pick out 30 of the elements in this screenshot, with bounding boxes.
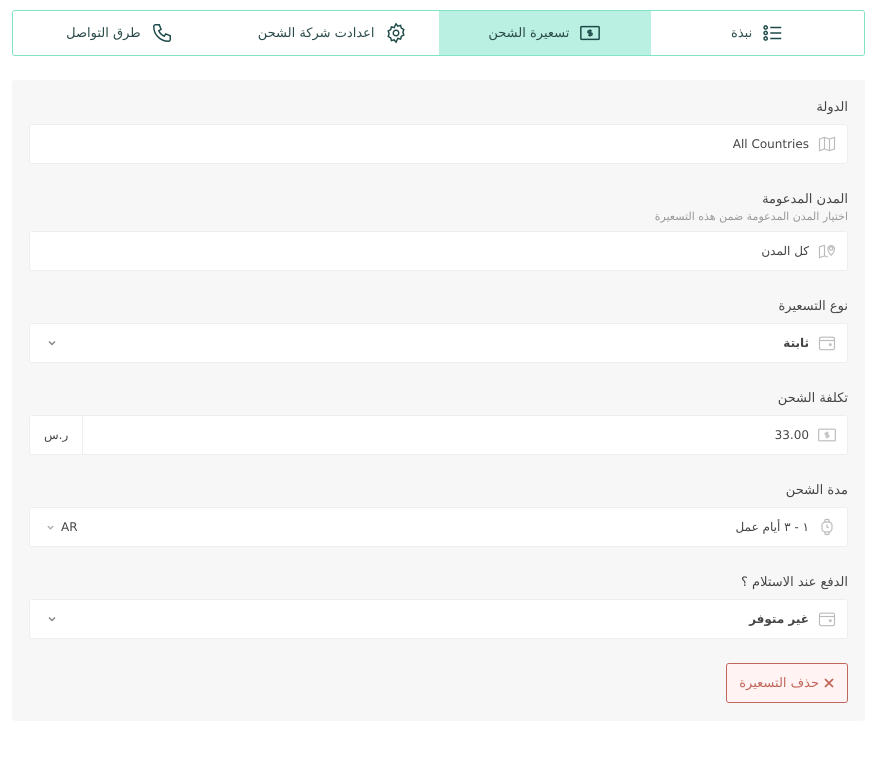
field-label: تكلفة الشحن — [778, 391, 848, 406]
tab[interactable]: نبذة — [651, 11, 864, 55]
settings-icon — [384, 22, 407, 44]
select-field[interactable]: ثابتة — [29, 323, 848, 363]
field-value: كل المدن — [761, 244, 809, 258]
tab[interactable]: تسعيرة الشحن — [438, 11, 652, 55]
list-icon — [762, 22, 784, 44]
field-value: غير متوفر — [749, 612, 809, 626]
field-value: 33.00 — [774, 428, 809, 442]
map-icon — [817, 134, 837, 154]
field-label: المدن المدعومة — [762, 192, 848, 207]
currency-unit: ر.س — [30, 416, 84, 454]
input-field[interactable]: All Countries — [29, 124, 848, 164]
field-label: الدولة — [816, 100, 848, 115]
input-field[interactable]: كل المدن — [29, 231, 848, 271]
language-select[interactable]: AR — [40, 519, 84, 535]
tab[interactable]: اعدادت شركة الشحن — [226, 11, 438, 55]
field-label: نوع التسعيرة — [778, 299, 848, 314]
field-value: ثابتة — [783, 336, 809, 350]
chevron-down-icon — [46, 522, 55, 532]
select-field[interactable]: غير متوفر — [29, 599, 848, 639]
tab[interactable]: طرق التواصل — [13, 11, 226, 55]
field-value: All Countries — [732, 137, 809, 151]
close-icon — [823, 677, 835, 689]
field-label: مدة الشحن — [786, 483, 848, 498]
field-label: الدفع عند الاستلام ؟ — [741, 575, 848, 590]
phone-icon — [150, 22, 173, 44]
delete-button[interactable]: حذف التسعيرة — [726, 663, 848, 703]
field-value: ١ - ٣ أيام عمل — [736, 520, 809, 534]
field-hint: اختيار المدن المدعومة ضمن هذه التسعيرة — [654, 210, 848, 223]
